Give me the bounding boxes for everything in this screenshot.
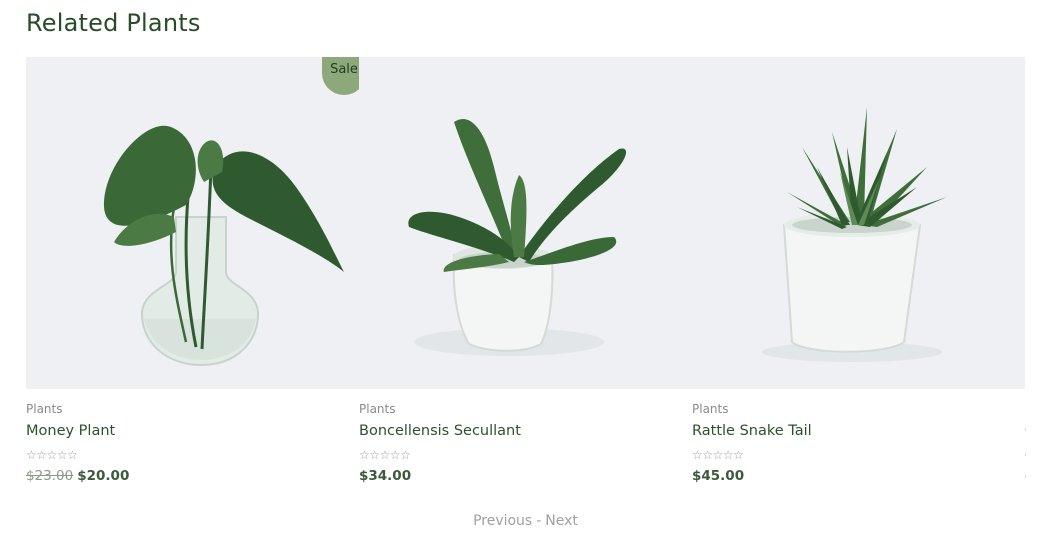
product-image-boncellensis-secullant[interactable]: [359, 57, 692, 389]
next-card-edge: [1025, 453, 1026, 456]
section-title: Related Plants: [26, 9, 201, 37]
product-category-link[interactable]: Plants: [26, 402, 63, 416]
next-card-edge: [1025, 475, 1026, 478]
next-card-edge: [1025, 428, 1026, 431]
money-plant-icon: [103, 125, 344, 367]
product-category-link[interactable]: Plants: [359, 402, 396, 416]
sale-price: $20.00: [77, 468, 130, 484]
star-rating-icon: ☆☆☆☆☆: [359, 448, 411, 462]
regular-price: $45.00: [692, 468, 745, 484]
product-price: $45.00: [692, 468, 744, 484]
previous-button[interactable]: Previous: [473, 513, 532, 529]
product-card-boncellensis-secullant[interactable]: Plants Boncellensis Secullant ☆☆☆☆☆ $34.…: [359, 57, 692, 497]
star-rating-icon: ☆☆☆☆☆: [26, 448, 78, 462]
next-button[interactable]: Next: [545, 513, 578, 529]
product-price: $34.00: [359, 468, 411, 484]
aloe-pot-icon: [762, 107, 947, 362]
star-rating-icon: ☆☆☆☆☆: [692, 448, 744, 462]
pagination-separator: -: [536, 513, 542, 529]
product-image-money-plant[interactable]: Sale: [26, 57, 359, 389]
succulent-pot-icon: [408, 119, 627, 356]
carousel-pagination: Previous - Next: [0, 513, 1051, 529]
product-image-rattle-snake-tail[interactable]: [692, 57, 1025, 389]
product-title-link[interactable]: Boncellensis Secullant: [359, 423, 521, 439]
product-category-link[interactable]: Plants: [692, 402, 729, 416]
product-card-rattle-snake-tail[interactable]: Plants Rattle Snake Tail ☆☆☆☆☆ $45.00: [692, 57, 1025, 497]
original-price: $23.00: [26, 468, 74, 484]
regular-price: $34.00: [359, 468, 412, 484]
related-products-carousel: Sale Plants Money Plant ☆☆☆☆☆ $23.00 $20.…: [26, 57, 1026, 497]
product-title-link[interactable]: Rattle Snake Tail: [692, 423, 812, 439]
product-card-money-plant[interactable]: Sale Plants Money Plant ☆☆☆☆☆ $23.00 $20.…: [26, 57, 359, 497]
product-title-link[interactable]: Money Plant: [26, 423, 115, 439]
product-price: $23.00 $20.00: [26, 468, 129, 484]
